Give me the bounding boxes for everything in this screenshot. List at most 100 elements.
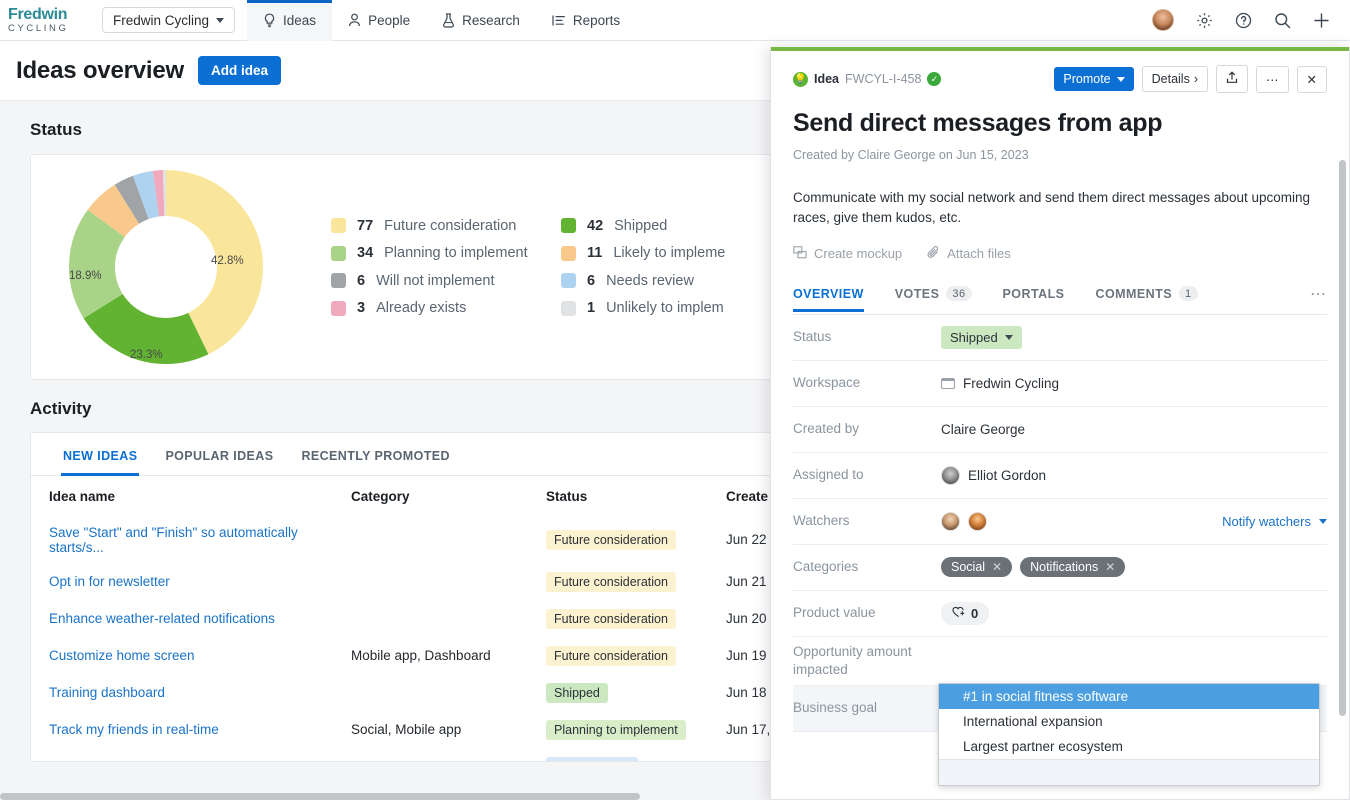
details-button[interactable]: Details › bbox=[1141, 66, 1209, 92]
assignee-avatar bbox=[941, 465, 960, 485]
chevron-down-icon bbox=[1319, 518, 1327, 524]
record-type-label: Idea bbox=[814, 72, 840, 86]
nav-tab-ideas[interactable]: Ideas bbox=[247, 0, 333, 41]
attach-files-label: Attach files bbox=[947, 246, 1011, 261]
attach-files-button[interactable]: Attach files bbox=[927, 245, 1011, 262]
category-tag[interactable]: Social ✕ bbox=[941, 557, 1013, 577]
business-goal-dropdown: #1 in social fitness software Internatio… bbox=[938, 683, 1320, 786]
panel-vertical-scrollbar[interactable] bbox=[1339, 160, 1346, 716]
legend-item[interactable]: 6 Will not implement bbox=[331, 273, 561, 289]
idea-name-link[interactable]: Opt in for newsletter bbox=[49, 574, 170, 589]
tab-label: COMMENTS bbox=[1095, 286, 1172, 301]
legend-item[interactable]: 3 Already exists bbox=[331, 300, 561, 316]
search-icon[interactable] bbox=[1274, 12, 1291, 29]
field-row-workspace: Workspace Fredwin Cycling bbox=[793, 361, 1327, 407]
dropdown-option[interactable]: Largest partner ecosystem bbox=[939, 734, 1319, 759]
plus-icon[interactable] bbox=[1313, 12, 1330, 29]
help-icon[interactable] bbox=[1235, 12, 1252, 29]
tab-recently-promoted[interactable]: RECENTLY PROMOTED bbox=[287, 433, 464, 475]
tab-popular-ideas[interactable]: POPULAR IDEAS bbox=[151, 433, 287, 475]
idea-category bbox=[351, 600, 546, 637]
legend-label: Planning to implement bbox=[384, 245, 528, 262]
idea-name-link[interactable]: Enhance weather-related notifications bbox=[49, 611, 275, 626]
workspace-value: Fredwin Cycling bbox=[963, 375, 1060, 391]
status-chart-legend: 77 Future consideration 42 Shipped 34 Pl… bbox=[331, 218, 791, 316]
share-button[interactable] bbox=[1216, 65, 1249, 93]
idea-name-link[interactable]: Compare riding patterns over time bbox=[49, 759, 253, 761]
legend-item[interactable]: 1 Unlikely to implem bbox=[561, 300, 791, 316]
workspace-selector[interactable]: Fredwin Cycling bbox=[102, 7, 236, 33]
field-label: Product value bbox=[793, 604, 876, 620]
horizontal-scrollbar-thumb[interactable] bbox=[0, 793, 640, 800]
create-mockup-button[interactable]: Create mockup bbox=[793, 245, 902, 262]
more-options-button[interactable]: ⋯ bbox=[1256, 65, 1289, 93]
product-value-number: 0 bbox=[971, 605, 979, 621]
legend-swatch bbox=[561, 273, 576, 289]
category-tag[interactable]: Notifications ✕ bbox=[1020, 557, 1126, 577]
idea-category bbox=[351, 748, 546, 761]
horizontal-scrollbar-track bbox=[0, 793, 770, 800]
legend-count: 34 bbox=[357, 245, 374, 262]
legend-item[interactable]: 34 Planning to implement bbox=[331, 245, 561, 261]
panel-tabs-overflow-button[interactable]: ⋯ bbox=[1310, 284, 1327, 314]
dropdown-option[interactable]: #1 in social fitness software bbox=[939, 684, 1319, 709]
field-label: Assigned to bbox=[793, 466, 864, 482]
status-dropdown[interactable]: Shipped bbox=[941, 325, 1022, 349]
chevron-right-icon: › bbox=[1193, 72, 1199, 86]
nav-tab-people[interactable]: People bbox=[332, 0, 426, 41]
dropdown-option[interactable]: International expansion bbox=[939, 709, 1319, 734]
legend-item[interactable]: 6 Needs review bbox=[561, 273, 791, 289]
record-type-badge: 💡 Idea FWCYL-I-458 ✓ bbox=[793, 71, 942, 87]
idea-title: Send direct messages from app bbox=[793, 109, 1163, 137]
idea-name-link[interactable]: Customize home screen bbox=[49, 648, 195, 663]
nav-tab-reports[interactable]: Reports bbox=[536, 0, 636, 41]
tab-overview[interactable]: OVERVIEW bbox=[793, 287, 864, 312]
legend-swatch bbox=[561, 300, 576, 316]
chevron-down-icon bbox=[1004, 334, 1013, 340]
notify-watchers-button[interactable]: Notify watchers bbox=[1222, 514, 1327, 529]
promote-button[interactable]: Promote bbox=[1054, 67, 1134, 91]
flask-icon bbox=[442, 12, 455, 28]
legend-item[interactable]: 42 Shipped bbox=[561, 218, 791, 234]
gear-icon[interactable] bbox=[1196, 12, 1213, 29]
legend-count: 42 bbox=[587, 217, 604, 234]
idea-name-link[interactable]: Track my friends in real-time bbox=[49, 722, 219, 737]
legend-item[interactable]: 11 Likely to impleme bbox=[561, 245, 791, 261]
idea-name-link[interactable]: Training dashboard bbox=[49, 685, 165, 700]
legend-count: 6 bbox=[587, 272, 596, 289]
tab-votes[interactable]: VOTES 36 bbox=[895, 286, 972, 311]
tab-new-ideas[interactable]: NEW IDEAS bbox=[49, 433, 151, 476]
legend-label: Already exists bbox=[376, 300, 467, 317]
nav-tab-research[interactable]: Research bbox=[426, 0, 536, 41]
logo-line-1: Fredwin bbox=[8, 5, 68, 23]
nav-right-actions bbox=[1152, 9, 1350, 31]
panel-header: 💡 Idea FWCYL-I-458 ✓ Promote Details › ⋯… bbox=[771, 51, 1349, 315]
product-value-chip[interactable]: 0 bbox=[941, 601, 990, 625]
nav-tab-label: Reports bbox=[572, 12, 621, 28]
field-label: Workspace bbox=[793, 374, 861, 390]
donut-label-3: 18.9% bbox=[69, 270, 102, 282]
workspace-icon bbox=[941, 377, 955, 389]
legend-item[interactable]: 77 Future consideration bbox=[331, 218, 561, 234]
idea-description: Communicate with my social network and s… bbox=[793, 190, 1310, 226]
column-header-idea-name: Idea name bbox=[49, 489, 116, 504]
idea-name-link[interactable]: Save "Start" and "Finish" so automatical… bbox=[49, 525, 298, 555]
user-avatar[interactable] bbox=[1152, 9, 1174, 31]
logo-line-2: CYCLING bbox=[8, 22, 69, 34]
remove-tag-icon[interactable]: ✕ bbox=[992, 560, 1002, 574]
tab-count-badge: 36 bbox=[946, 286, 972, 301]
category-tag-label: Social bbox=[951, 560, 986, 574]
close-panel-button[interactable]: ✕ bbox=[1296, 65, 1327, 93]
tab-comments[interactable]: COMMENTS 1 bbox=[1095, 286, 1198, 311]
attachment-actions: Create mockup Attach files bbox=[793, 245, 1327, 262]
watcher-avatar[interactable] bbox=[941, 511, 960, 531]
app-logo[interactable]: Fredwin CYCLING bbox=[0, 5, 100, 34]
watcher-avatar[interactable] bbox=[968, 511, 987, 531]
legend-label: Unlikely to implem bbox=[606, 300, 724, 317]
overview-fields: Status Shipped Workspace Fredwin Cycling… bbox=[771, 315, 1349, 732]
add-idea-button[interactable]: Add idea bbox=[197, 56, 281, 85]
tab-portals[interactable]: PORTALS bbox=[1003, 287, 1065, 311]
column-header-status: Status bbox=[546, 489, 588, 504]
remove-tag-icon[interactable]: ✕ bbox=[1105, 560, 1115, 574]
idea-category bbox=[351, 516, 546, 563]
